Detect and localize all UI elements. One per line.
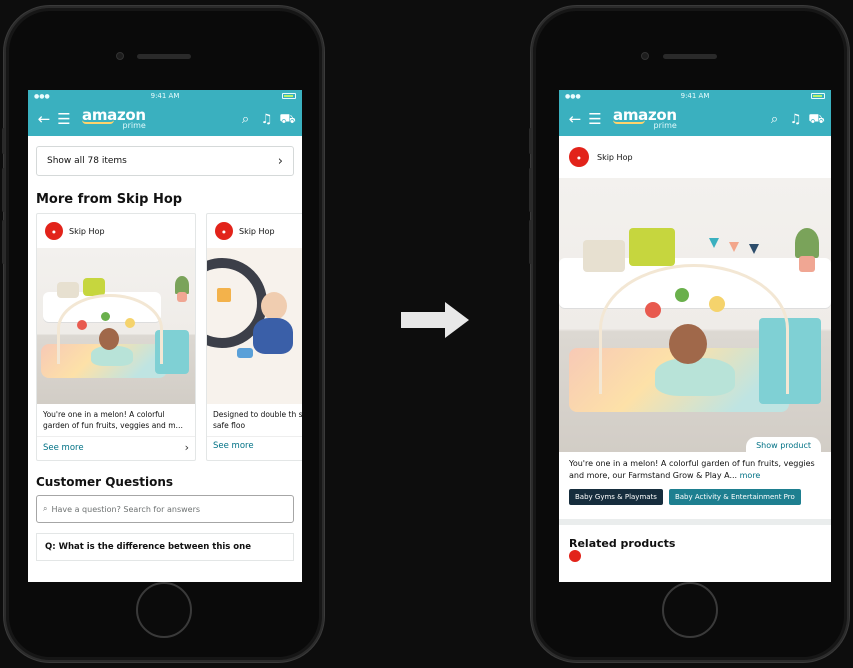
earpiece-speaker [663,54,717,59]
playmat-product-image[interactable] [207,248,302,404]
search-icon[interactable]: ⌕ [237,113,254,126]
related-brand-logo-icon [569,550,581,563]
product-description: You're one in a melon! A colorful garden… [559,452,831,485]
chevron-right-icon: › [184,441,189,454]
battery-icon [282,93,296,99]
more-from-brand-heading: More from Skip Hop [36,192,183,207]
brand-carousel[interactable]: ● Skip Hop You're one in a melon! A colo… [28,213,302,461]
status-bar: ●●● 9:41 AM [559,90,831,102]
mute-switch [2,128,5,154]
card-brand-row: ● Skip Hop [37,214,195,248]
logo-smile [613,120,645,124]
hero-product-image[interactable]: Show product [559,178,831,452]
left-phone-frame: ●●● 9:41 AM ← ☰ amazon prime ⌕ ♫ ⛟ Show … [2,6,324,662]
status-time: 9:41 AM [150,92,180,100]
category-chips: Baby Gyms & Playmats Baby Activity & Ent… [559,485,831,513]
right-screen: ●●● 9:41 AM ← ☰ amazon prime ⌕ ♫ ⛟ ● Ski… [559,90,831,582]
see-more-link[interactable]: See more [207,436,302,457]
question-item[interactable]: Q: What is the difference between this o… [36,533,294,561]
back-arrow-icon[interactable]: ← [34,111,54,127]
cart-icon[interactable]: ⛟ [279,113,296,126]
menu-icon[interactable]: ☰ [585,111,605,127]
show-all-items-button[interactable]: Show all 78 items › [36,146,294,176]
left-screen: ●●● 9:41 AM ← ☰ amazon prime ⌕ ♫ ⛟ Show … [28,90,302,582]
question-search-placeholder: Have a question? Search for answers [51,504,201,514]
front-camera [116,52,124,60]
category-chip[interactable]: Baby Activity & Entertainment Pro [668,489,801,506]
logo-prime-label: prime [653,121,677,130]
skip-hop-logo-icon: ● [45,222,63,240]
status-bar: ●●● 9:41 AM [28,90,302,102]
see-more-label: See more [213,441,254,451]
volume-up-button [2,168,5,212]
app-header: ← ☰ amazon prime ⌕ ♫ ⛟ [28,102,302,136]
playmat-product-image[interactable] [37,248,195,404]
volume-down-button [529,220,532,264]
amazon-prime-logo[interactable]: amazon prime [82,108,146,130]
see-more-link[interactable]: See more › [37,436,195,460]
brand-name: Skip Hop [597,152,633,162]
cart-icon[interactable]: ⛟ [808,113,825,126]
skip-hop-logo-icon: ● [569,147,589,167]
related-products-heading: Related products [569,537,676,551]
product-card[interactable]: ● Skip Hop Designed to double th stylish… [206,213,302,461]
card-brand-name: Skip Hop [69,226,105,236]
category-chip[interactable]: Baby Gyms & Playmats [569,489,663,506]
brand-header[interactable]: ● Skip Hop [559,136,831,178]
menu-icon[interactable]: ☰ [54,111,74,127]
see-more-label: See more [43,442,84,453]
skip-hop-logo-icon: ● [215,222,233,240]
description-text: You're one in a melon! A colorful garden… [569,459,815,480]
right-phone-frame: ●●● 9:41 AM ← ☰ amazon prime ⌕ ♫ ⛟ ● Ski… [529,6,849,662]
signal-icon: ●●● [565,92,581,100]
chevron-right-icon: › [277,153,283,169]
earpiece-speaker [137,54,191,59]
show-all-label: Show all 78 items [47,156,127,166]
search-icon: ⌕ [43,504,48,513]
bell-icon[interactable]: ♫ [258,113,275,126]
battery-icon [811,93,825,99]
bell-icon[interactable]: ♫ [787,113,804,126]
volume-down-button [2,220,5,264]
status-time: 9:41 AM [680,92,710,100]
show-product-button[interactable]: Show product [746,437,821,452]
front-camera [641,52,649,60]
product-card[interactable]: ● Skip Hop You're one in a melon! A colo… [36,213,196,461]
home-button [662,582,718,638]
mute-switch [529,128,532,154]
home-button [136,582,192,638]
card-brand-name: Skip Hop [239,226,275,236]
app-header: ← ☰ amazon prime ⌕ ♫ ⛟ [559,102,831,136]
customer-questions-heading: Customer Questions [36,475,174,489]
logo-prime-label: prime [122,121,146,130]
amazon-prime-logo[interactable]: amazon prime [613,108,677,130]
search-icon[interactable]: ⌕ [766,113,783,126]
signal-icon: ●●● [34,92,50,100]
card-description: Designed to double th stylish, baby-safe… [213,410,302,430]
volume-up-button [529,168,532,212]
question-search-input[interactable]: ⌕ Have a question? Search for answers [36,495,294,523]
transition-arrow-icon [401,302,469,338]
card-brand-row: ● Skip Hop [207,214,302,248]
back-arrow-icon[interactable]: ← [565,111,585,127]
logo-smile [82,120,114,124]
card-description: You're one in a melon! A colorful garden… [43,410,184,430]
description-more-link[interactable]: more [740,471,761,480]
